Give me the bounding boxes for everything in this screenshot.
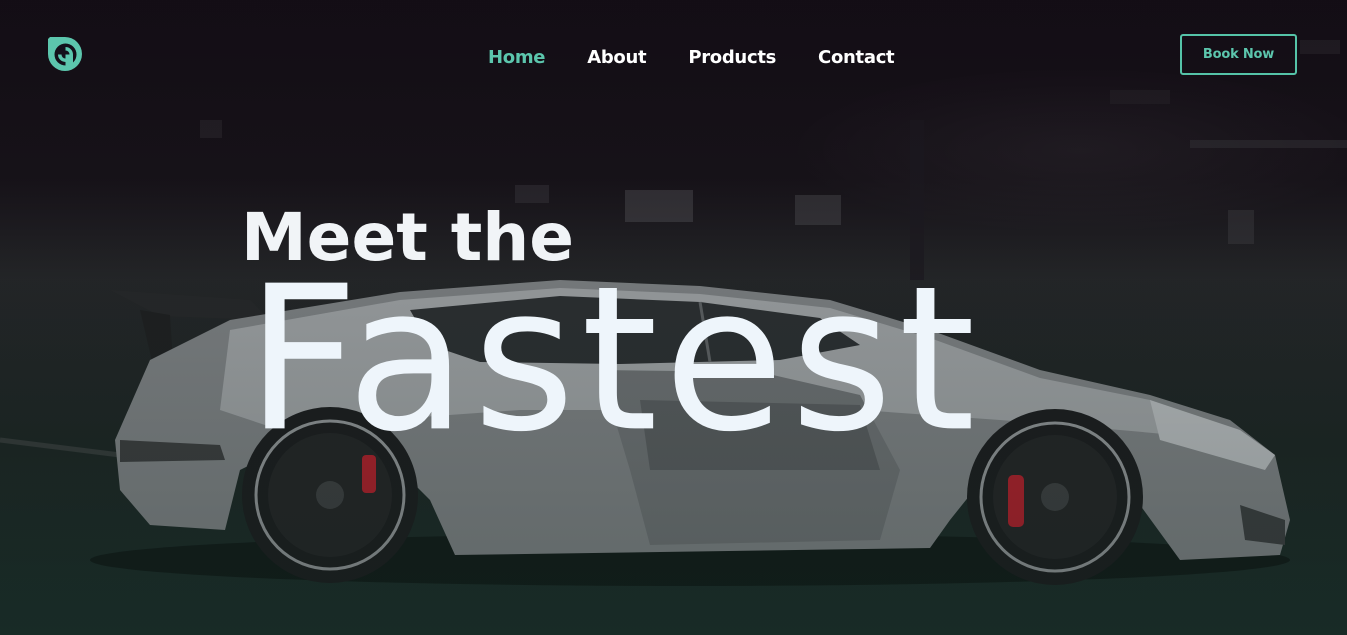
nav-products-link[interactable]: Products [688,47,776,68]
hero-section: Home About Products Contact Book Now Mee… [0,0,1347,635]
nav-contact-link[interactable]: Contact [818,47,895,68]
circular-spiral-logo-icon[interactable] [46,35,84,73]
nav-about-link[interactable]: About [587,47,646,68]
nav-home-link[interactable]: Home [488,47,546,68]
main-nav: Home About Products Contact [488,47,895,68]
hero-headline-large: Fastest [246,243,982,477]
book-now-button[interactable]: Book Now [1180,34,1297,75]
